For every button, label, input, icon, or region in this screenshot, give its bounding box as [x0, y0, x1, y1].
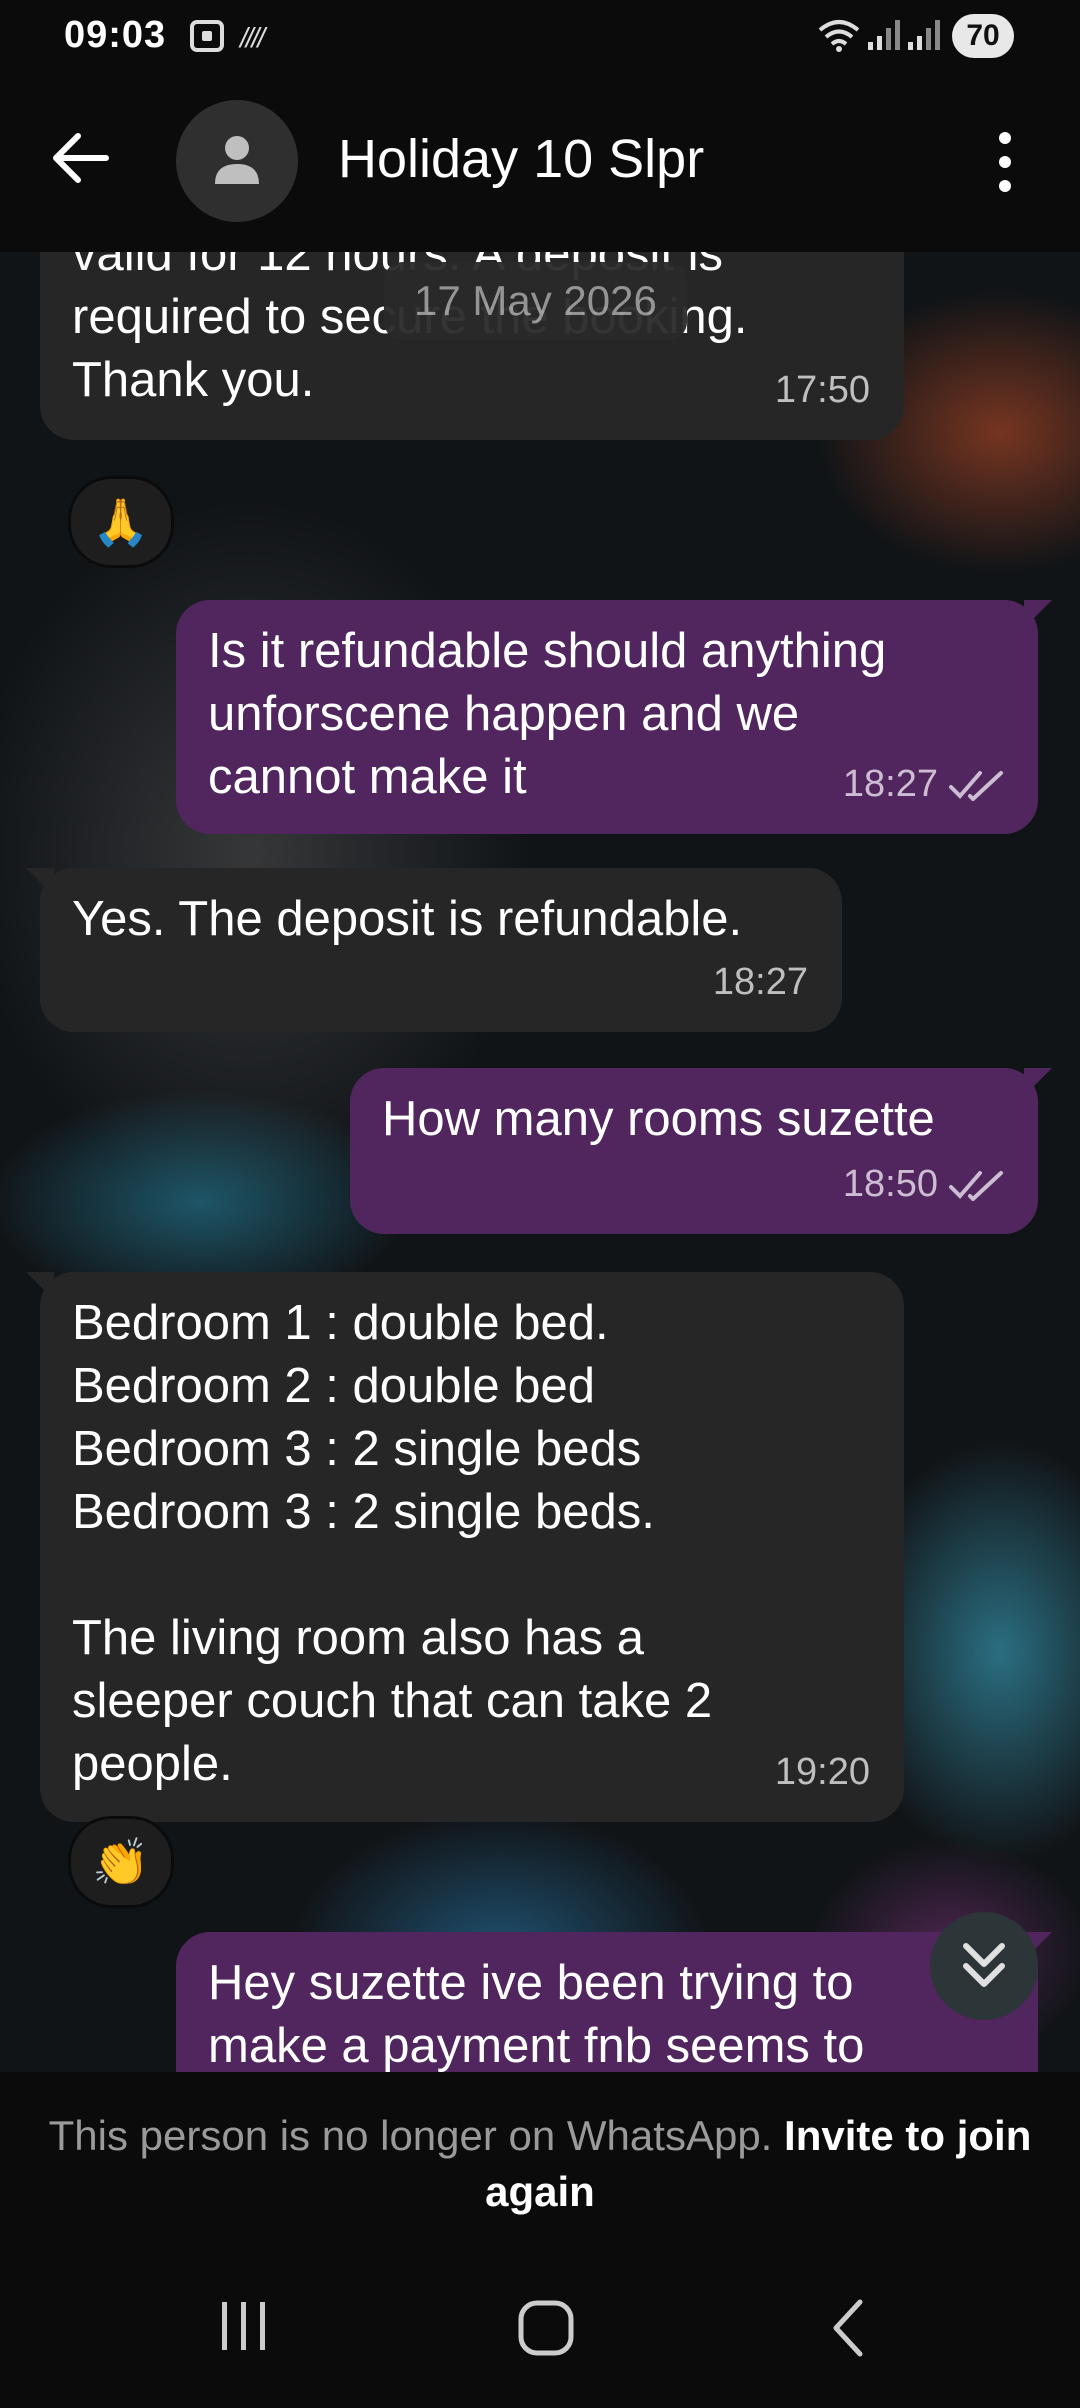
message-text: Hey suzette ive been trying to make a pa…: [208, 1956, 865, 2072]
signal-icon: [908, 20, 940, 50]
reaction-badge[interactable]: 👏: [68, 1816, 174, 1908]
status-bar: 09:03 //// 70: [0, 0, 1080, 72]
battery-icon: 70: [952, 14, 1014, 58]
signal-icon: [868, 20, 900, 50]
message-text: Bedroom 1 : double bed. Bedroom 2 : doub…: [72, 1296, 713, 1791]
date-chip: 17 May 2026: [384, 262, 687, 340]
message-bubble-incoming[interactable]: Yes. The deposit is refundable. 18:27: [26, 868, 842, 1032]
status-time: 09:03: [64, 14, 167, 56]
message-time: 17:50: [774, 369, 870, 411]
message-time: 18:27: [842, 763, 938, 805]
avatar-icon: [215, 136, 259, 184]
message-bubble-outgoing[interactable]: How many rooms suzette 18:50: [350, 1068, 1052, 1234]
chat-area[interactable]: as requested. The invoice is only valid …: [0, 252, 1080, 2072]
message-bubble-incoming[interactable]: Bedroom 1 : double bed. Bedroom 2 : doub…: [26, 1272, 904, 1822]
message-bubble-outgoing[interactable]: Is it refundable should anything unforsc…: [176, 600, 1052, 834]
more-vert-icon[interactable]: [980, 122, 1030, 202]
message-text: How many rooms suzette: [382, 1092, 935, 1146]
chat-header: Holiday 10 Slpr: [0, 72, 1080, 252]
no-longer-on-whatsapp-notice: This person is no longer on WhatsApp. In…: [0, 2072, 1080, 2228]
message-text: Yes. The deposit is refundable.: [72, 892, 743, 946]
double-chevron-down-icon: [963, 1943, 1005, 1987]
double-check-icon: [949, 1170, 1003, 1201]
recent-apps-icon[interactable]: [214, 2298, 274, 2354]
back-nav-icon[interactable]: [828, 2298, 868, 2358]
message-bubble-outgoing[interactable]: Hey suzette ive been trying to make a pa…: [176, 1932, 1052, 2072]
scroll-to-bottom-button[interactable]: [930, 1912, 1038, 2020]
double-check-icon: [949, 770, 1003, 801]
avatar[interactable]: [176, 100, 298, 222]
message-time: 18:27: [712, 961, 808, 1003]
home-icon[interactable]: [516, 2298, 576, 2358]
system-nav-bar: [0, 2228, 1080, 2408]
wifi-icon: [818, 20, 860, 52]
message-time: 18:50: [842, 1163, 938, 1205]
screenshot-icon: [190, 20, 224, 52]
back-arrow-icon[interactable]: [48, 126, 112, 190]
reaction-badge[interactable]: 🙏: [68, 476, 174, 568]
notice-text: This person is no longer on WhatsApp.: [48, 2112, 773, 2159]
message-time: 19:20: [774, 1751, 870, 1793]
nfc-icon: ////: [240, 22, 265, 53]
chat-title[interactable]: Holiday 10 Slpr: [338, 128, 704, 190]
